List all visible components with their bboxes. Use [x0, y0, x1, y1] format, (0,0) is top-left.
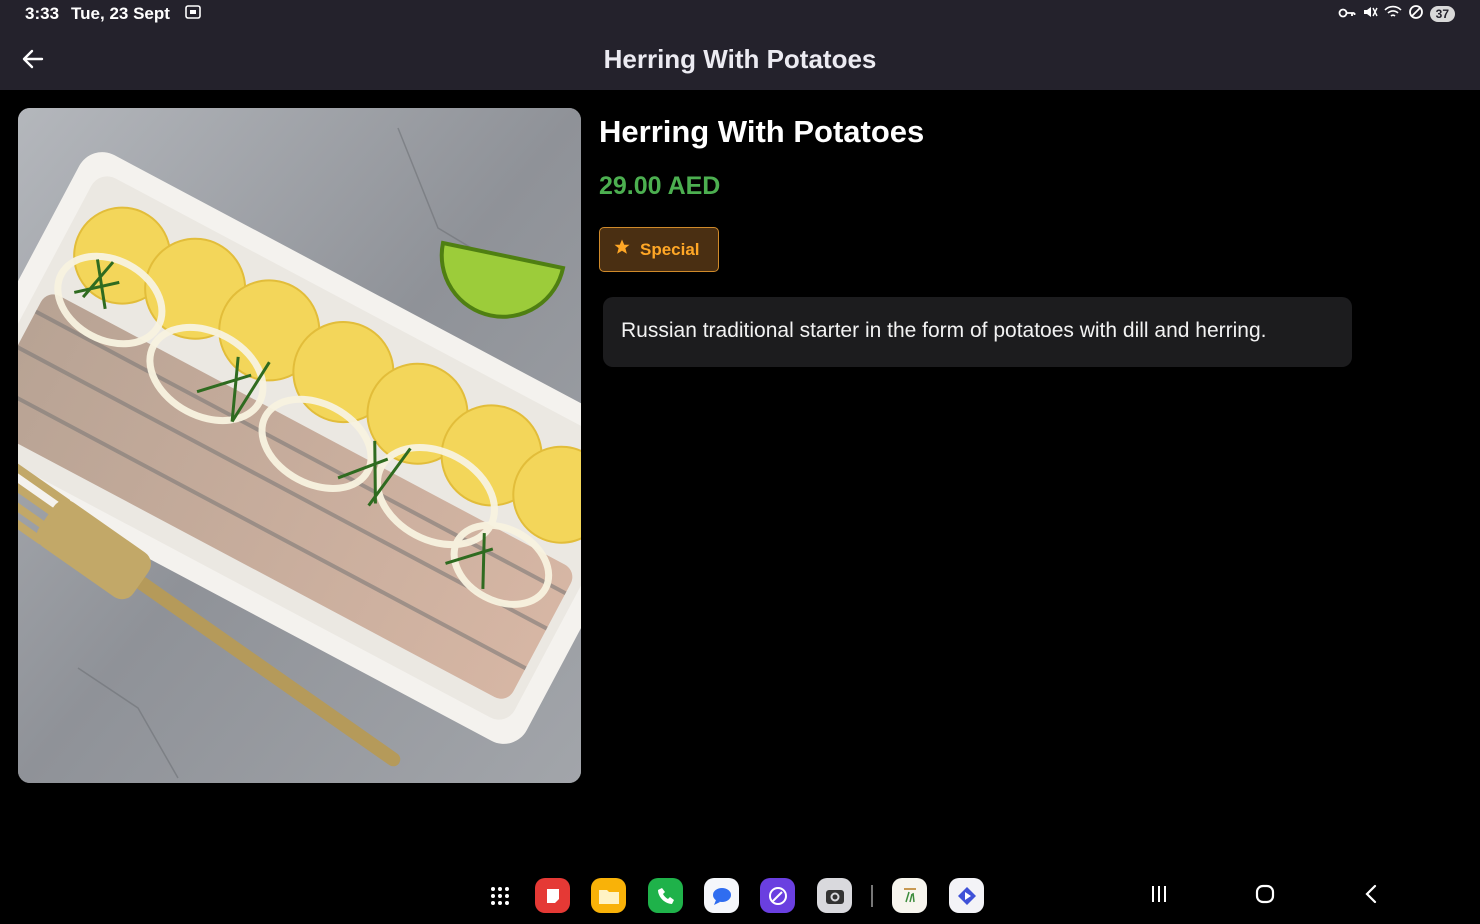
phone-app-icon[interactable] — [648, 878, 683, 913]
camera-app-icon[interactable] — [817, 878, 852, 913]
taskbar-dock — [0, 860, 1480, 924]
special-badge-label: Special — [640, 239, 700, 259]
apps-grid-icon[interactable] — [482, 878, 517, 913]
status-date: Tue, 23 Sept — [71, 4, 170, 23]
dish-description: Russian traditional starter in the form … — [603, 297, 1352, 367]
special-badge: Special — [599, 227, 719, 272]
menu-app-icon[interactable] — [892, 878, 927, 913]
dish-info: Herring With Potatoes 29.00 AED Special — [599, 108, 924, 272]
dish-price: 29.00 AED — [599, 172, 721, 200]
back-arrow-icon[interactable] — [18, 44, 48, 74]
screenshot-icon — [184, 4, 202, 25]
recent-apps-icon[interactable] — [1150, 884, 1168, 909]
star-icon — [613, 238, 631, 261]
status-time: 3:33 — [25, 4, 60, 23]
messages-app-icon[interactable] — [704, 878, 739, 913]
dish-image — [18, 108, 581, 783]
mute-icon — [1362, 4, 1378, 25]
dock-separator — [871, 885, 873, 907]
app-bar-title: Herring With Potatoes — [603, 43, 877, 74]
nav-back-icon[interactable] — [1363, 884, 1379, 909]
notes-app-icon[interactable] — [535, 878, 570, 913]
do-not-disturb-icon — [1408, 4, 1424, 25]
dish-title: Herring With Potatoes — [599, 114, 925, 149]
files-app-icon[interactable] — [591, 878, 626, 913]
wifi-icon — [1384, 4, 1402, 24]
home-icon[interactable] — [1255, 884, 1275, 909]
browser-app-icon[interactable] — [760, 878, 795, 913]
play-app-icon[interactable] — [949, 878, 984, 913]
status-bar: 3:33 Tue, 23 Sept 37 — [0, 0, 1480, 28]
app-bar: Herring With Potatoes — [0, 28, 1480, 90]
key-icon — [1338, 4, 1356, 24]
battery-indicator: 37 — [1429, 6, 1455, 22]
